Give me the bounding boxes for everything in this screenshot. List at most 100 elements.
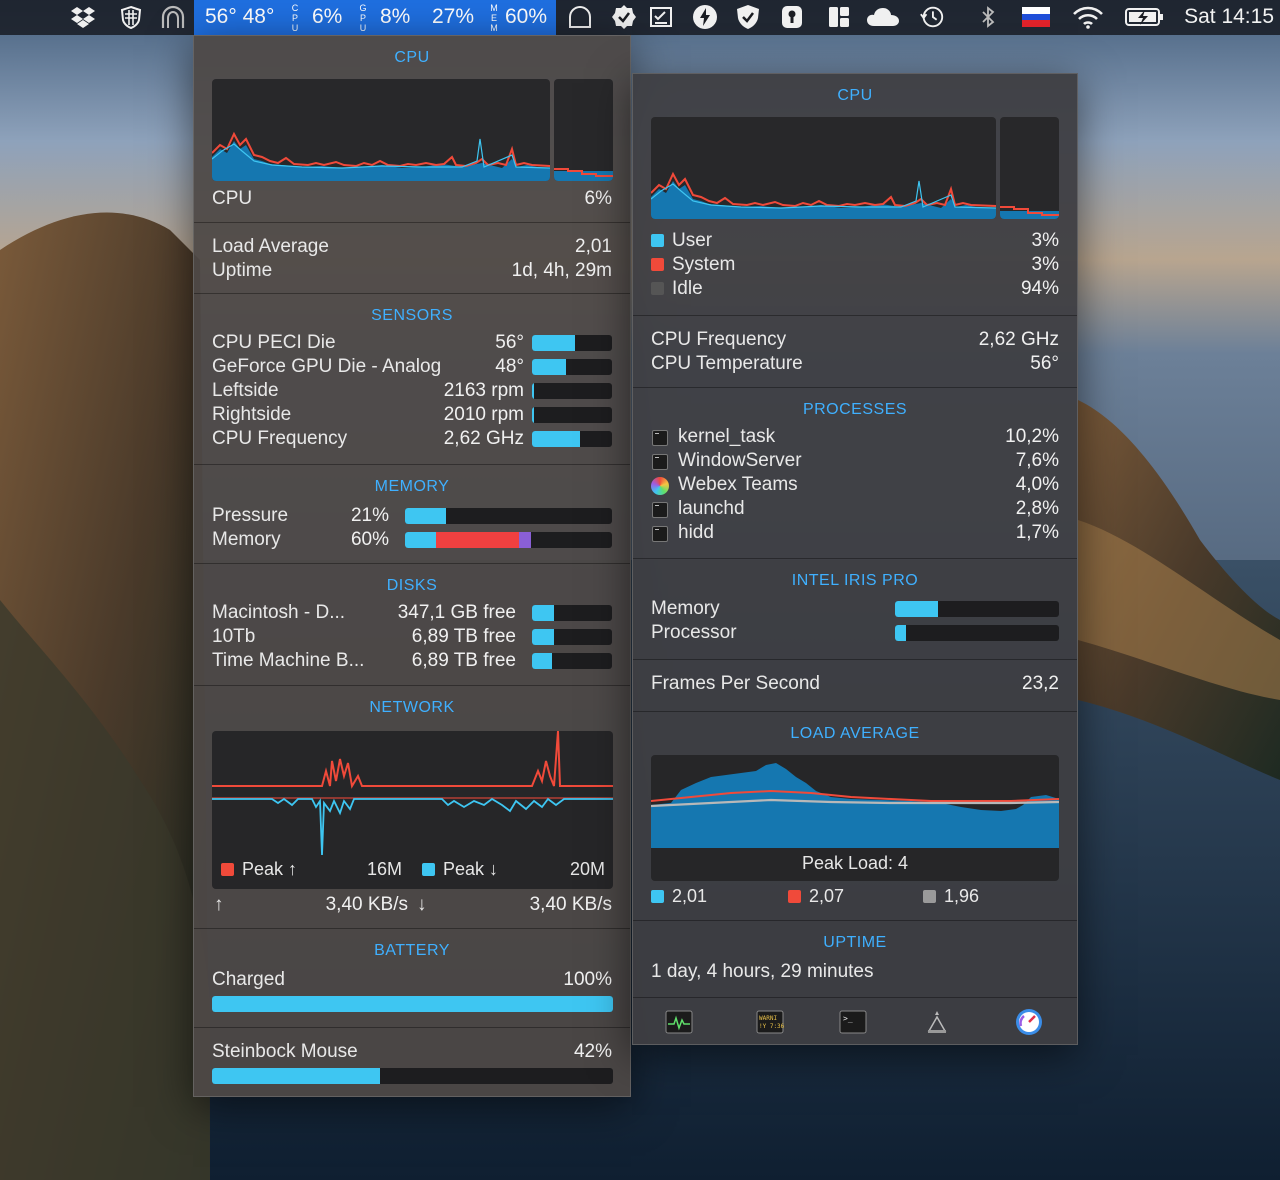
upload-rate: 3,40 KB/s [325,894,408,915]
task-list-icon[interactable] [648,4,674,30]
network-graph: Peak ↑ 16M Peak ↓ 20M [212,731,613,889]
memory-segment [436,532,519,548]
process-cpu-value: 1,7% [1015,522,1059,543]
disk-utility-icon[interactable] [923,1010,951,1034]
headset-icon[interactable] [567,4,593,30]
sensor-value: 2163 rpm [443,380,524,401]
network-peak-down: Peak ↓ [422,859,498,880]
disk-name: Macintosh - D... [212,602,346,623]
process-name[interactable]: kernel_task [678,426,775,448]
process-name[interactable]: hidd [678,522,714,544]
load-1min-swatch [651,890,664,903]
cpu-system-value: 3% [1031,254,1059,275]
window-tiles-icon[interactable] [826,4,852,30]
process-app-icon [652,454,668,470]
gpu-memory-bar [895,601,1059,617]
download-rate: 3,40 KB/s [529,894,612,915]
memory-pressure-bar [405,508,612,524]
sensor-value: 48° [495,356,524,377]
sensor-value: 2010 rpm [443,404,524,425]
uptime-section-title: UPTIME [823,934,887,951]
disk-bar-fill [532,605,555,621]
system-swatch [651,258,664,271]
keyhole-icon[interactable] [779,4,805,30]
lightning-icon[interactable] [692,4,718,30]
russian-flag-icon[interactable] [1022,4,1050,30]
menubar-gpu-value[interactable]: 8% [380,5,410,29]
battery-status: Charged [212,969,285,990]
user-swatch [651,234,664,247]
load-15min-legend: 1,96 [923,886,979,907]
gpu-processor-bar [895,625,1059,641]
shield-check-icon[interactable] [735,4,761,30]
memory-usage-label: Memory [212,529,281,550]
menubar-clock[interactable]: Sat 14:15 [1184,5,1274,29]
memory-usage-bar [405,532,612,548]
dropbox-icon[interactable] [70,4,96,30]
gpu-memory-fill [895,601,938,617]
wifi-icon[interactable] [1072,4,1104,30]
menubar-disk-value[interactable]: 27% [432,5,474,29]
menubar-mem-value[interactable]: 60% [505,5,547,29]
cpu-detail-core-graph [1000,117,1059,219]
disk-bar [532,605,612,621]
time-machine-icon[interactable] [919,4,945,30]
load-5min-value: 2,07 [809,886,845,906]
process-name[interactable]: Webex Teams [678,474,798,496]
process-app-icon [652,526,668,542]
checkmark-badge-icon[interactable] [611,4,637,30]
process-app-icon [652,502,668,518]
gpu-processor-fill [895,625,907,641]
peak-down-label: Peak ↓ [443,859,499,879]
process-name[interactable]: launchd [678,498,745,520]
shield-grid-icon[interactable] [118,4,144,30]
svg-text:!Y 7:36: !Y 7:36 [759,1023,784,1030]
cpu-user-row: User [651,230,712,252]
divider [633,387,1077,388]
divider [194,464,630,465]
user-label: User [672,230,713,251]
webex-teams-icon [651,477,669,495]
divider [194,928,630,929]
uptime-value: 1d, 4h, 29m [511,260,612,281]
battery-charging-icon[interactable] [1125,4,1165,30]
svg-text:WARNI: WARNI [759,1015,777,1022]
menubar-cpu-value[interactable]: 6% [312,5,342,29]
menubar-cpu-label: CPU [291,3,299,33]
sensor-bar-fill [532,335,576,351]
process-cpu-value: 10,2% [1005,426,1059,447]
divider [633,659,1077,660]
sensor-bar [532,359,612,375]
memory-segment [518,532,532,548]
peak-up-label: Peak ↑ [242,859,298,879]
divider [633,920,1077,921]
istat-menus-app-icon[interactable] [1015,1009,1043,1035]
uptime-full-value: 1 day, 4 hours, 29 minutes [651,961,874,982]
battery-percent: 100% [563,969,612,990]
load-average-value: 2,01 [575,236,612,257]
terminal-icon[interactable]: >_ [839,1010,867,1034]
cloud-icon[interactable] [866,4,900,30]
cpu-temperature-value: 56° [1030,353,1059,374]
load-5min-legend: 2,07 [788,886,844,907]
sensor-bar [532,335,612,351]
process-name[interactable]: WindowServer [678,450,802,472]
sensor-label: Leftside [212,380,279,401]
divider [194,1027,630,1028]
tunnel-icon[interactable] [160,4,186,30]
mouse-battery-percent: 42% [573,1041,612,1062]
activity-monitor-icon[interactable] [665,1010,693,1034]
console-icon[interactable]: WARNI !Y 7:36 [756,1010,784,1034]
istat-right-panel: CPU User 3% System 3% Idle 94% CPU Frequ… [632,73,1078,1045]
disk-free: 6,89 TB free [411,650,516,671]
load-5min-swatch [788,890,801,903]
memory-pressure-label: Pressure [212,505,289,526]
divider [633,997,1077,998]
load-average-label: Load Average [212,236,329,257]
mouse-battery-fill [212,1068,381,1084]
bluetooth-icon[interactable] [975,4,1001,30]
processes-section-title: PROCESSES [802,401,908,418]
load-15min-value: 1,96 [944,886,980,906]
process-cpu-value: 7,6% [1015,450,1059,471]
menubar-temps[interactable]: 56° 48° [205,5,274,29]
